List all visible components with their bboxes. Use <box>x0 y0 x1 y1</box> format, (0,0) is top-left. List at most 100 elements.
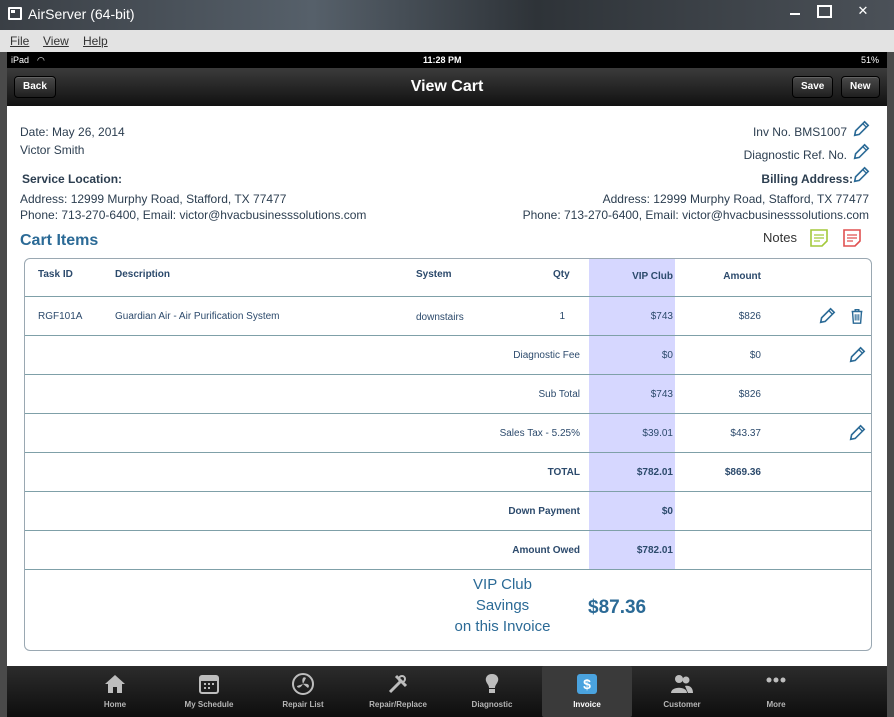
tab-more[interactable]: More <box>731 666 821 717</box>
down-payment-row: Down Payment $0 <box>25 493 871 531</box>
menu-file[interactable]: File <box>10 34 29 48</box>
new-button[interactable]: New <box>841 76 880 98</box>
vip-savings-line2: Savings <box>475 597 530 614</box>
col-qty: Qty <box>553 269 570 280</box>
tab-repair-replace-label: Repair/Replace <box>369 700 427 709</box>
people-icon <box>671 675 693 693</box>
vip-savings-line3: on this Invoice <box>454 618 551 635</box>
cart-items-title: Cart Items <box>20 232 99 249</box>
diagnostic-fee-row: Diagnostic Fee $0 $0 <box>25 337 871 375</box>
item-task-id: RGF101A <box>38 311 83 322</box>
table-header-row: Task ID Description System Qty VIP Club … <box>25 259 871 297</box>
tab-my-schedule[interactable]: My Schedule <box>164 666 254 717</box>
sub-total-amount: $826 <box>738 389 761 400</box>
service-location-label: Service Location: <box>22 172 123 186</box>
tab-diagnostic[interactable]: Diagnostic <box>447 666 537 717</box>
total-row: TOTAL $782.01 $869.36 <box>25 454 871 492</box>
amount-owed-vip: $782.01 <box>636 545 673 556</box>
col-system: System <box>416 269 452 280</box>
notes-label: Notes <box>763 230 797 245</box>
edit-sales-tax-pencil-icon[interactable] <box>848 424 866 442</box>
sales-tax-label: Sales Tax - 5.25% <box>499 428 580 439</box>
sales-tax-amount: $43.37 <box>730 428 761 439</box>
more-dots-icon <box>766 677 786 683</box>
status-time: 11:28 PM <box>423 55 462 65</box>
customer-name: Victor Smith <box>20 143 85 157</box>
diagnostic-fee-vip: $0 <box>661 350 673 361</box>
status-bar: iPad ◠ 11:28 PM 51% <box>7 52 887 68</box>
page-title: View Cart <box>410 78 484 95</box>
airserver-app-icon <box>8 7 22 20</box>
item-description: Guardian Air - Air Purification System <box>115 311 280 322</box>
battery-percent: 51% <box>860 55 879 65</box>
item-vip: $743 <box>650 311 673 322</box>
tab-customer[interactable]: Customer <box>637 666 727 717</box>
diagnostic-ref: Diagnostic Ref. No. <box>743 148 847 162</box>
vip-savings-line1: VIP Club <box>473 576 532 593</box>
down-payment-vip: $0 <box>661 506 673 517</box>
lightbulb-icon <box>485 674 499 693</box>
note-green-icon[interactable] <box>809 228 829 248</box>
menu-help[interactable]: Help <box>83 34 108 48</box>
tab-home-label: Home <box>103 700 127 709</box>
tools-icon <box>388 674 408 694</box>
service-phone: Phone: 713-270-6400, Email: victor@hvacb… <box>20 208 367 222</box>
item-amount: $826 <box>738 311 761 322</box>
diagnostic-fee-amount: $0 <box>749 350 761 361</box>
item-qty: 1 <box>559 311 565 322</box>
bottom-tab-bar: Home My Schedule Repair List Repair/Repl… <box>7 666 887 717</box>
navigation-bar: Back View Cart Save New <box>7 68 887 106</box>
billing-address-label: Billing Address: <box>761 172 853 186</box>
tab-repair-list[interactable]: Repair List <box>258 666 348 717</box>
trash-icon[interactable] <box>848 307 866 325</box>
col-amount: Amount <box>723 271 761 282</box>
tab-my-schedule-label: My Schedule <box>184 700 234 709</box>
total-vip: $782.01 <box>636 467 673 478</box>
edit-diagnostic-ref-pencil-icon[interactable] <box>852 143 870 161</box>
edit-billing-pencil-icon[interactable] <box>852 166 870 184</box>
sub-total-row: Sub Total $743 $826 <box>25 376 871 414</box>
cart-content: Date: May 26, 2014 Victor Smith Service … <box>7 106 887 666</box>
sales-tax-row: Sales Tax - 5.25% $39.01 $43.37 <box>25 415 871 453</box>
tab-repair-list-label: Repair List <box>282 700 324 709</box>
maximize-button[interactable] <box>806 0 840 22</box>
tab-more-label: More <box>766 700 786 709</box>
menu-bar: File View Help <box>0 30 894 52</box>
billing-address: Address: 12999 Murphy Road, Stafford, TX… <box>602 192 869 206</box>
sales-tax-vip: $39.01 <box>642 428 673 439</box>
invoice-number: Inv No. BMS1007 <box>752 125 847 139</box>
table-row[interactable]: RGF101A Guardian Air - Air Purification … <box>25 298 871 336</box>
edit-invoice-pencil-icon[interactable] <box>852 120 870 138</box>
tab-invoice-label: Invoice <box>573 700 601 709</box>
invoice-date: Date: May 26, 2014 <box>20 125 125 139</box>
col-description: Description <box>115 269 171 280</box>
vip-savings-amount: $87.36 <box>588 597 647 618</box>
total-amount: $869.36 <box>724 467 761 478</box>
tab-customer-label: Customer <box>663 700 701 709</box>
col-vip-club: VIP Club <box>632 271 673 282</box>
edit-diagnostic-fee-pencil-icon[interactable] <box>848 346 866 364</box>
device-label: iPad <box>11 55 30 65</box>
total-label: TOTAL <box>547 467 580 478</box>
window-title: AirServer (64-bit) <box>28 6 135 22</box>
tab-repair-replace[interactable]: Repair/Replace <box>353 666 443 717</box>
sub-total-label: Sub Total <box>538 389 580 400</box>
menu-view[interactable]: View <box>43 34 69 48</box>
save-button[interactable]: Save <box>792 76 834 98</box>
note-red-icon[interactable] <box>842 228 862 248</box>
sub-total-vip: $743 <box>650 389 673 400</box>
tab-invoice[interactable]: $ Invoice <box>542 666 632 717</box>
window-titlebar: AirServer (64-bit) ✕ <box>0 0 894 30</box>
calendar-icon <box>199 675 219 694</box>
wifi-icon: ◠ <box>37 55 45 65</box>
service-address: Address: 12999 Murphy Road, Stafford, TX… <box>20 192 287 206</box>
diagnostic-fee-label: Diagnostic Fee <box>513 350 580 361</box>
item-system: downstairs <box>416 312 464 323</box>
close-button[interactable]: ✕ <box>846 0 880 22</box>
amount-owed-row: Amount Owed $782.01 <box>25 532 871 570</box>
tab-home[interactable]: Home <box>70 666 160 717</box>
billing-phone: Phone: 713-270-6400, Email: victor@hvacb… <box>522 208 869 222</box>
col-task-id: Task ID <box>38 269 73 280</box>
amount-owed-label: Amount Owed <box>512 545 580 556</box>
edit-item-pencil-icon[interactable] <box>818 307 836 325</box>
